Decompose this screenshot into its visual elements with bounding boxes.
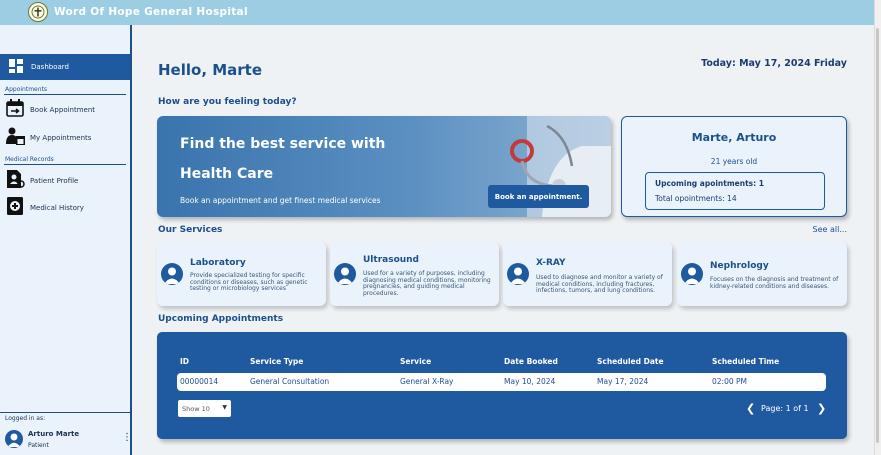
sidebar-item-dashboard[interactable]: Dashboard: [0, 54, 130, 80]
service-description: Used for a variety of purposes, includin…: [363, 270, 491, 297]
cell-scheduled-time: 02:00 PM: [712, 377, 747, 386]
section-heading-medical-records: Medical Records: [5, 156, 54, 163]
sidebar-footer-divider: [0, 412, 130, 413]
cell-service-type: General Consultation: [250, 377, 330, 386]
rows-per-page-value: Show 10: [182, 404, 210, 413]
app-title: Word Of Hope General Hospital: [54, 6, 248, 18]
book-appointment-button[interactable]: Book an appointment.: [488, 185, 589, 208]
cell-id: 00000014: [180, 377, 219, 386]
sidebar-item-medical-history[interactable]: Medical History: [6, 197, 126, 219]
user-role: Patient: [28, 442, 49, 449]
sidebar-item-label: Dashboard: [31, 63, 69, 71]
service-card-xray[interactable]: X-RAY Used to diagnose and monitor a var…: [503, 242, 672, 306]
patient-name: Marte, Arturo: [691, 131, 777, 144]
dashboard-icon: [9, 58, 23, 77]
scrollbar-thumb[interactable]: [876, 28, 879, 443]
user-icon: [161, 263, 183, 285]
service-title: Ultrasound: [363, 255, 420, 265]
user-avatar-icon: [5, 430, 23, 448]
greeting: Hello, Marte: [158, 61, 263, 79]
service-card-nephrology[interactable]: Nephrology Focuses on the diagnosis and …: [677, 242, 847, 306]
patient-profile-icon: [6, 170, 25, 192]
logged-in-label: Logged in as:: [5, 415, 46, 422]
doctor-calendar-icon: [6, 127, 25, 149]
appointments-table-panel: ID Service Type Service Date Booked Sche…: [157, 332, 847, 439]
sidebar-item-label: My Appointments: [30, 134, 92, 142]
user-icon: [334, 263, 356, 285]
section-heading-appointments: Appointments: [5, 86, 48, 93]
top-bar: Word Of Hope General Hospital: [0, 0, 874, 25]
column-header-service: Service: [400, 357, 432, 366]
service-card-ultrasound[interactable]: Ultrasound Used for a variety of purpose…: [330, 242, 499, 306]
sidebar-item-label: Book Appointment: [30, 106, 96, 114]
services-heading: Our Services: [158, 225, 223, 235]
patient-summary-card: Marte, Arturo 21 years old Upcoming apoi…: [621, 116, 847, 217]
user-name: Arturo Marte: [28, 430, 80, 438]
banner-subtitle: Book an appointment and get finest medic…: [180, 196, 381, 205]
chevron-left-icon[interactable]: ❮: [746, 402, 755, 415]
user-icon: [507, 263, 529, 285]
user-icon: [681, 263, 703, 285]
sidebar: Dashboard Appointments Book Appointment …: [0, 25, 132, 455]
sidebar-item-label: Patient Profile: [30, 177, 79, 185]
service-title: Laboratory: [190, 258, 246, 268]
column-header-service-type: Service Type: [250, 357, 304, 366]
service-card-laboratory[interactable]: Laboratory Provide specialized testing f…: [157, 242, 326, 306]
promo-banner: Find the best service with Health Care B…: [157, 116, 611, 217]
feeling-prompt: How are you feeling today?: [158, 97, 297, 107]
sidebar-item-book-appointment[interactable]: Book Appointment: [6, 99, 126, 121]
column-header-date-booked: Date Booked: [504, 357, 558, 366]
medical-book-icon: [6, 197, 25, 219]
cell-service: General X-Ray: [400, 377, 454, 386]
appointment-stats-box: Upcoming apointments: 1 Total opointment…: [645, 172, 825, 210]
column-header-scheduled-time: Scheduled Time: [712, 357, 780, 366]
cell-date-booked: May 10, 2024: [504, 377, 556, 386]
service-description: Focuses on the diagnosis and treatment o…: [710, 276, 839, 290]
page-indicator: Page: 1 of 1: [761, 404, 809, 413]
sidebar-item-label: Medical History: [30, 204, 84, 212]
upcoming-appointments-count: Upcoming apointments: 1: [655, 179, 764, 188]
total-appointments-count: Total opointments: 14: [655, 194, 737, 203]
today-date: Today: May 17, 2024 Friday: [701, 58, 847, 69]
sidebar-item-my-appointments[interactable]: My Appointments: [6, 127, 126, 149]
column-header-scheduled-date: Scheduled Date: [597, 357, 664, 366]
calendar-arrow-icon: [6, 99, 25, 121]
chevron-right-icon[interactable]: ❯: [817, 402, 826, 415]
service-description: Provide specialized testing for specific…: [190, 272, 308, 292]
column-header-id: ID: [180, 357, 190, 366]
hospital-logo: [28, 2, 48, 22]
table-row[interactable]: 00000014 General Consultation General X-…: [177, 373, 826, 391]
section-divider: [4, 164, 126, 165]
section-divider: [4, 94, 126, 95]
service-title: Nephrology: [710, 261, 769, 271]
rows-per-page-select[interactable]: Show 10 ▼: [178, 400, 231, 417]
banner-headline-line2: Health Care: [180, 166, 274, 182]
service-title: X-RAY: [536, 258, 566, 268]
cell-scheduled-date: May 17, 2024: [597, 377, 649, 386]
chevron-down-icon: ▼: [222, 404, 227, 411]
service-description: Used to diagnose and monitor a variety o…: [536, 274, 663, 294]
sidebar-item-patient-profile[interactable]: Patient Profile: [6, 170, 126, 192]
patient-age: 21 years old: [710, 157, 758, 166]
upcoming-appointments-heading: Upcoming Appointments: [158, 314, 284, 324]
see-all-link[interactable]: See all...: [780, 225, 847, 234]
banner-headline-line1: Find the best service with: [180, 136, 386, 152]
more-options-icon[interactable]: ⋮: [122, 432, 132, 443]
